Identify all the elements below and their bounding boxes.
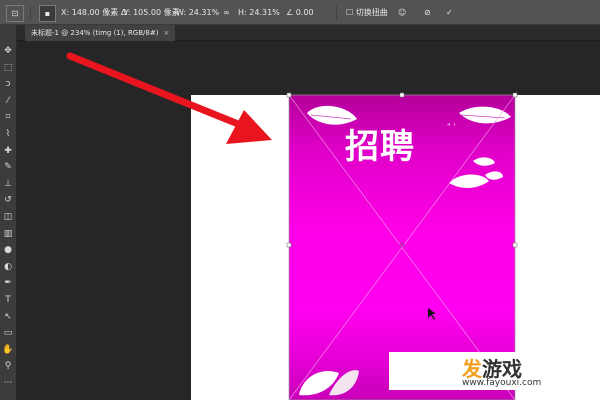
warp-toggle[interactable]: ☐ 切换扭曲 [346,5,388,20]
gradient-tool-icon[interactable]: ▥ [2,228,14,240]
document-tab[interactable]: 未标题-1 @ 234% (timg (1), RGB/8#) × [25,25,176,41]
interpolation-icon[interactable]: ☺ [398,5,406,20]
marquee-tool-icon[interactable]: ⬚ [2,62,14,74]
cancel-transform-icon[interactable]: ⊘ [424,5,431,20]
hand-tool-icon[interactable]: ✋ [2,344,14,356]
commit-transform-icon[interactable]: ✓ [446,5,453,20]
document-tab-bar: 未标题-1 @ 234% (timg (1), RGB/8#) × [17,25,600,41]
tools-panel: ✥ ⬚ ↄ ⁄ ⌗ ⌇ ✚ ✎ ⊥ ↺ ◫ ▥ ● ◐ ✒ T ↖ ▭ ✋ ⚲ ⋯ [0,25,17,400]
warp-label: 切换扭曲 [355,8,388,17]
h-label: H: [238,8,247,17]
x-value[interactable]: 148.00 像素 [72,8,119,17]
separator [30,6,31,19]
path-select-tool-icon[interactable]: ↖ [2,311,14,323]
brush-tool-icon[interactable]: ✎ [2,161,14,173]
x-label: X: [61,8,70,17]
leaf-shape [473,157,495,166]
warp-checkbox-icon[interactable]: ☐ [346,8,353,17]
close-icon[interactable]: × [163,29,169,37]
x-position-field[interactable]: X: 148.00 像素 Δ [61,5,126,20]
zoom-tool-icon[interactable]: ⚲ [2,360,14,372]
quick-select-tool-icon[interactable]: ⁄ [2,95,14,107]
w-value[interactable]: 24.31% [189,8,220,17]
height-field[interactable]: H: 24.31% [238,5,280,20]
transform-tool-icon[interactable]: ⊡ [6,5,24,22]
eyedropper-tool-icon[interactable]: ⌇ [2,128,14,140]
type-tool-icon[interactable]: T [2,294,14,306]
poster-ornament: ʺ ʹ [447,123,456,132]
y-label: Y: [124,8,131,17]
crop-tool-icon[interactable]: ⌗ [2,111,14,123]
healing-tool-icon[interactable]: ✚ [2,145,14,157]
leaf-shape [485,171,503,180]
options-bar: ⊡ ▪ X: 148.00 像素 Δ Y: 105.00 像素 W: 24.31… [0,0,600,25]
move-tool-icon[interactable]: ✥ [2,45,14,57]
link-icon[interactable]: ∞ [223,5,230,20]
eraser-tool-icon[interactable]: ◫ [2,211,14,223]
width-field[interactable]: W: 24.31% [176,5,219,20]
w-label: W: [176,8,187,17]
reference-point-icon[interactable]: ▪ [39,5,56,22]
angle-value[interactable]: 0.00 [296,8,314,17]
more-tools-icon[interactable]: ⋯ [2,377,14,389]
watermark-url: www.fayouxi.com [462,378,542,388]
blur-tool-icon[interactable]: ● [2,244,14,256]
dodge-tool-icon[interactable]: ◐ [2,261,14,273]
clone-stamp-tool-icon[interactable]: ⊥ [2,178,14,190]
poster-title: 招聘 [345,127,415,167]
lasso-tool-icon[interactable]: ↄ [2,78,14,90]
separator [336,6,337,19]
shape-tool-icon[interactable]: ▭ [2,327,14,339]
pen-tool-icon[interactable]: ✒ [2,277,14,289]
y-value[interactable]: 105.00 像素 [133,8,180,17]
h-value[interactable]: 24.31% [249,8,280,17]
history-brush-tool-icon[interactable]: ↺ [2,194,14,206]
angle-field[interactable]: ∠ 0.00 [286,5,314,20]
leaf-shape [449,174,489,188]
document-tab-title: 未标题-1 @ 234% (timg (1), RGB/8#) [31,29,159,37]
y-position-field[interactable]: Y: 105.00 像素 [124,5,180,20]
angle-icon: ∠ [286,8,294,17]
